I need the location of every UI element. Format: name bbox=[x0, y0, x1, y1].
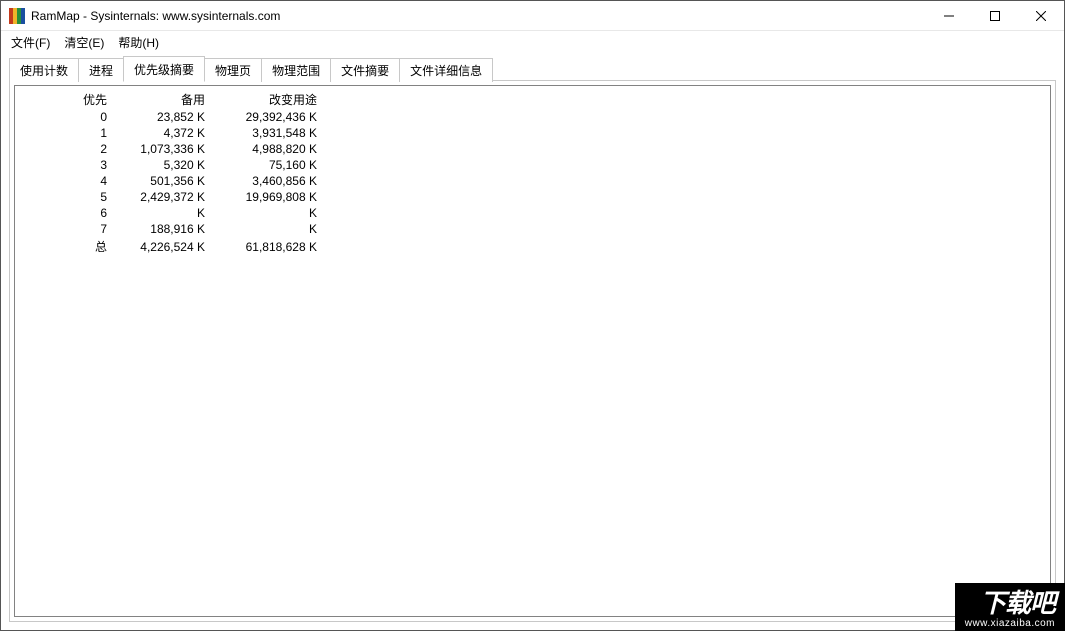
tab-panel: 优先 备用 改变用途 023,852 K29,392,436 K14,372 K… bbox=[9, 80, 1056, 622]
close-button[interactable] bbox=[1018, 1, 1064, 30]
cell-repurposed: 75,160 K bbox=[207, 157, 319, 173]
cell-priority: 5 bbox=[21, 189, 109, 205]
table-row[interactable]: 35,320 K75,160 K bbox=[21, 157, 319, 173]
cell-priority: 0 bbox=[21, 109, 109, 125]
cell-standby: 2,429,372 K bbox=[109, 189, 207, 205]
cell-repurposed: K bbox=[207, 221, 319, 237]
maximize-button[interactable] bbox=[972, 1, 1018, 30]
cell-standby: 188,916 K bbox=[109, 221, 207, 237]
table-row[interactable]: 7188,916 KK bbox=[21, 221, 319, 237]
col-header-repurposed[interactable]: 改变用途 bbox=[207, 90, 319, 109]
cell-repurposed: 3,460,856 K bbox=[207, 173, 319, 189]
priority-summary-panel: 优先 备用 改变用途 023,852 K29,392,436 K14,372 K… bbox=[14, 85, 1051, 617]
watermark: 下载吧 www.xiazaiba.com bbox=[955, 583, 1065, 631]
cell-standby: 23,852 K bbox=[109, 109, 207, 125]
table-row[interactable]: 总4,226,524 K61,818,628 K bbox=[21, 237, 319, 256]
tab-file-summary[interactable]: 文件摘要 bbox=[330, 58, 400, 82]
cell-repurposed: K bbox=[207, 205, 319, 221]
window-title: RamMap - Sysinternals: www.sysinternals.… bbox=[31, 9, 280, 23]
cell-repurposed: 61,818,628 K bbox=[207, 237, 319, 256]
tab-use-counts[interactable]: 使用计数 bbox=[9, 58, 79, 82]
col-header-standby[interactable]: 备用 bbox=[109, 90, 207, 109]
cell-priority: 1 bbox=[21, 125, 109, 141]
cell-priority: 3 bbox=[21, 157, 109, 173]
priority-table: 优先 备用 改变用途 023,852 K29,392,436 K14,372 K… bbox=[21, 90, 319, 256]
table-row[interactable]: 6KK bbox=[21, 205, 319, 221]
cell-standby: 1,073,336 K bbox=[109, 141, 207, 157]
tab-file-details[interactable]: 文件详细信息 bbox=[399, 58, 493, 82]
watermark-name: 下载吧 bbox=[965, 589, 1055, 618]
table-row[interactable]: 52,429,372 K19,969,808 K bbox=[21, 189, 319, 205]
table-row[interactable]: 023,852 K29,392,436 K bbox=[21, 109, 319, 125]
cell-standby: 4,226,524 K bbox=[109, 237, 207, 256]
menu-file[interactable]: 文件(F) bbox=[5, 32, 56, 53]
cell-priority: 6 bbox=[21, 205, 109, 221]
cell-standby: 4,372 K bbox=[109, 125, 207, 141]
tabstrip: 使用计数 进程 优先级摘要 物理页 物理范围 文件摘要 文件详细信息 bbox=[9, 59, 1056, 81]
tab-processes[interactable]: 进程 bbox=[78, 58, 124, 82]
table-row[interactable]: 14,372 K3,931,548 K bbox=[21, 125, 319, 141]
cell-priority: 2 bbox=[21, 141, 109, 157]
tab-priority-summary[interactable]: 优先级摘要 bbox=[123, 56, 205, 82]
menu-help[interactable]: 帮助(H) bbox=[112, 32, 165, 53]
table-row[interactable]: 21,073,336 K4,988,820 K bbox=[21, 141, 319, 157]
cell-repurposed: 29,392,436 K bbox=[207, 109, 319, 125]
cell-priority: 总 bbox=[21, 237, 109, 256]
minimize-button[interactable] bbox=[926, 1, 972, 30]
menu-empty[interactable]: 清空(E) bbox=[58, 32, 110, 53]
cell-repurposed: 4,988,820 K bbox=[207, 141, 319, 157]
app-window: RamMap - Sysinternals: www.sysinternals.… bbox=[0, 0, 1065, 631]
watermark-url: www.xiazaiba.com bbox=[965, 618, 1055, 629]
col-header-priority[interactable]: 优先 bbox=[21, 90, 109, 109]
cell-repurposed: 19,969,808 K bbox=[207, 189, 319, 205]
cell-priority: 7 bbox=[21, 221, 109, 237]
app-icon bbox=[9, 8, 25, 24]
cell-standby: 501,356 K bbox=[109, 173, 207, 189]
window-controls bbox=[926, 1, 1064, 30]
tab-physical-ranges[interactable]: 物理范围 bbox=[261, 58, 331, 82]
cell-standby: 5,320 K bbox=[109, 157, 207, 173]
titlebar[interactable]: RamMap - Sysinternals: www.sysinternals.… bbox=[1, 1, 1064, 31]
cell-repurposed: 3,931,548 K bbox=[207, 125, 319, 141]
menubar: 文件(F) 清空(E) 帮助(H) bbox=[1, 31, 1064, 53]
tab-physical-pages[interactable]: 物理页 bbox=[204, 58, 262, 82]
table-row[interactable]: 4501,356 K3,460,856 K bbox=[21, 173, 319, 189]
cell-standby: K bbox=[109, 205, 207, 221]
cell-priority: 4 bbox=[21, 173, 109, 189]
client-area: 使用计数 进程 优先级摘要 物理页 物理范围 文件摘要 文件详细信息 优先 备用… bbox=[1, 53, 1064, 630]
